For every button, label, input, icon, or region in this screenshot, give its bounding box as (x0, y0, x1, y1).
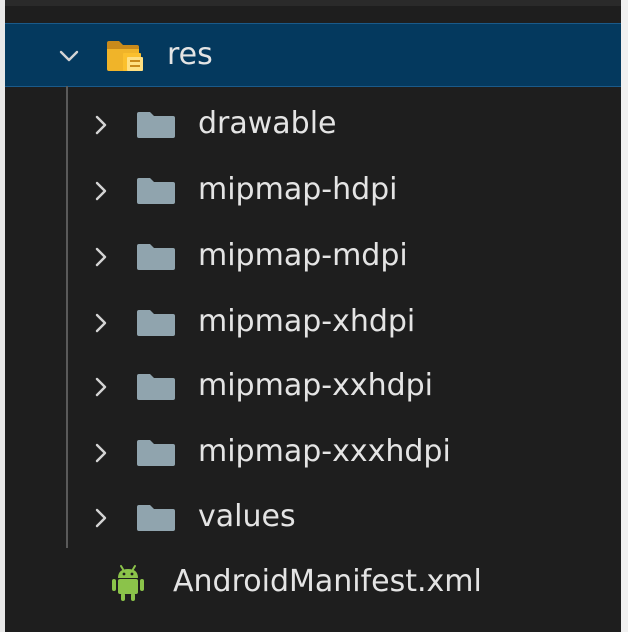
tree-item-label: mipmap-mdpi (198, 238, 408, 273)
tree-item-res[interactable]: res (5, 23, 621, 87)
chevron-right-icon[interactable] (89, 113, 113, 137)
tree-item-label: values (198, 499, 296, 534)
top-edge (0, 0, 628, 6)
file-explorer: res drawable mipmap-hdpi mipmap-mdpi mip… (0, 0, 628, 632)
tree-item-drawable[interactable]: drawable (5, 93, 621, 157)
tree-item-mipmap-hdpi[interactable]: mipmap-hdpi (5, 159, 621, 223)
chevron-right-icon[interactable] (89, 375, 113, 399)
folder-icon (137, 505, 175, 531)
chevron-right-icon[interactable] (89, 245, 113, 269)
scrollbar-track[interactable] (621, 0, 628, 632)
android-icon (112, 565, 144, 601)
chevron-right-icon[interactable] (89, 311, 113, 335)
tree-item-mipmap-mdpi[interactable]: mipmap-mdpi (5, 225, 621, 289)
tree-item-mipmap-xhdpi[interactable]: mipmap-xhdpi (5, 291, 621, 355)
folder-icon (137, 112, 175, 138)
folder-open-icon (107, 41, 143, 71)
folder-icon (137, 178, 175, 204)
tree-item-label: mipmap-hdpi (198, 172, 398, 207)
folder-icon (137, 310, 175, 336)
tree-item-label: mipmap-xhdpi (198, 304, 416, 339)
chevron-down-icon[interactable] (57, 44, 81, 68)
folder-icon (137, 374, 175, 400)
chevron-right-icon[interactable] (89, 441, 113, 465)
tree-item-label: mipmap-xxxhdpi (198, 434, 451, 469)
tree-item-label: mipmap-xxhdpi (198, 368, 434, 403)
tree-item-android-manifest[interactable]: AndroidManifest.xml (5, 551, 621, 615)
chevron-right-icon[interactable] (89, 179, 113, 203)
folder-icon (137, 440, 175, 466)
tree-item-mipmap-xxxhdpi[interactable]: mipmap-xxxhdpi (5, 421, 621, 485)
chevron-right-icon[interactable] (89, 506, 113, 530)
tree-item-mipmap-xxhdpi[interactable]: mipmap-xxhdpi (5, 355, 621, 419)
tree-item-label: res (167, 37, 213, 72)
tree-item-values[interactable]: values (5, 486, 621, 550)
folder-icon (137, 244, 175, 270)
tree-item-label: drawable (198, 106, 337, 141)
tree-item-label: AndroidManifest.xml (173, 564, 482, 599)
